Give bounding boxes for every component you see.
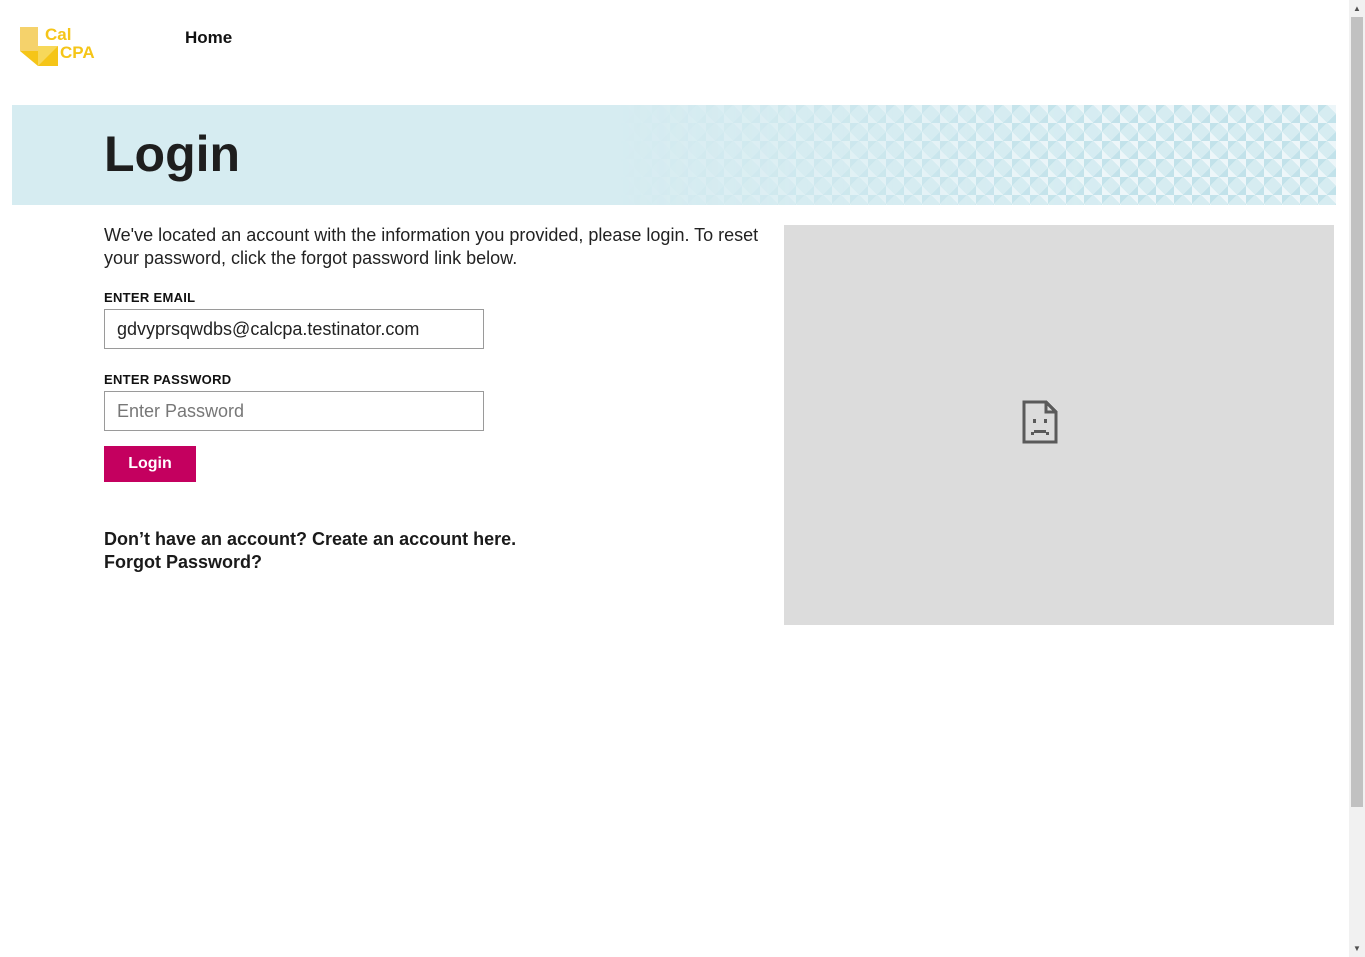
logo-line-cal: Cal [45, 25, 72, 44]
create-account-link[interactable]: Don’t have an account? Create an account… [104, 529, 516, 550]
logo-line-cpa: CPA [60, 43, 95, 62]
scroll-thumb[interactable] [1351, 17, 1363, 807]
scroll-up-arrow-icon[interactable]: ▲ [1349, 0, 1365, 17]
site-header: Cal CPA Home [0, 0, 1349, 105]
banner-pattern [616, 105, 1336, 205]
page-scrollbar[interactable]: ▲ ▼ [1349, 0, 1365, 957]
password-label: ENTER PASSWORD [104, 372, 232, 387]
page: Cal CPA Home Login We've located an acco… [0, 0, 1365, 957]
logo-wordmark: Cal CPA [45, 26, 95, 62]
email-label: ENTER EMAIL [104, 290, 196, 305]
email-field[interactable] [104, 309, 484, 349]
media-placeholder [784, 225, 1334, 625]
intro-text: We've located an account with the inform… [104, 225, 759, 268]
calcpa-logo[interactable]: Cal CPA [20, 26, 100, 68]
nav-home-link[interactable]: Home [185, 28, 232, 48]
page-title: Login [104, 126, 241, 182]
forgot-password-link[interactable]: Forgot Password? [104, 552, 262, 573]
login-button[interactable]: Login [104, 446, 196, 482]
broken-image-icon [1022, 400, 1058, 444]
password-field[interactable] [104, 391, 484, 431]
page-banner: Login [12, 105, 1336, 205]
scroll-down-arrow-icon[interactable]: ▼ [1349, 940, 1365, 957]
